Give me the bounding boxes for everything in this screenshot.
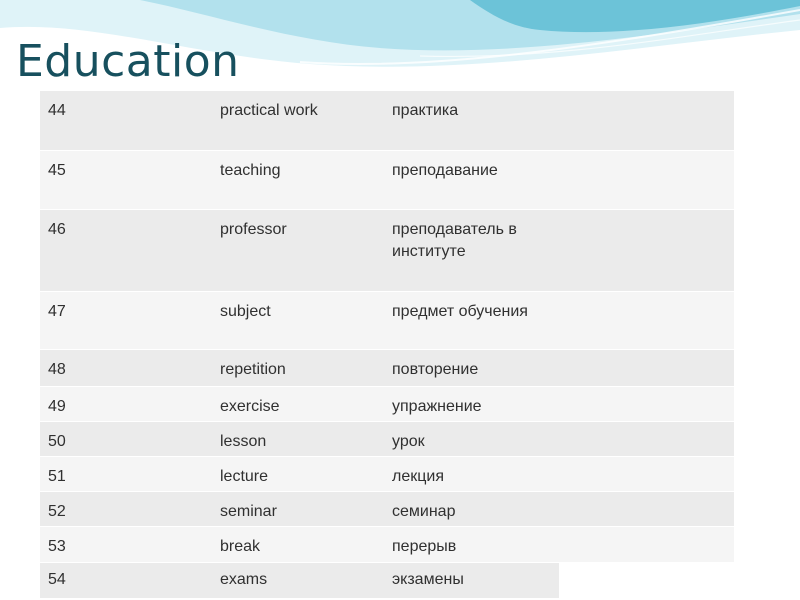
table-row: 46 professor преподаватель в институте (40, 209, 734, 292)
row-number-cell: 52 (40, 491, 212, 527)
vocabulary-table-body: 44 practical work практика 45 teaching препод… (40, 91, 734, 599)
english-term-cell: exams (212, 562, 384, 599)
empty-cell (559, 491, 734, 527)
english-term-cell: practical work (212, 91, 384, 151)
row-number-cell: 51 (40, 456, 212, 492)
russian-term-cell: преподавание (384, 150, 559, 210)
russian-term-cell: лекция (384, 456, 559, 492)
empty-cell (559, 209, 734, 292)
table-row: 51 lecture лекция (40, 456, 734, 492)
empty-cell (559, 91, 734, 151)
table-row: 50 lesson урок (40, 421, 734, 457)
table-row: 45 teaching преподавание (40, 150, 734, 210)
russian-term-cell: экзамены (384, 562, 559, 599)
english-term-cell: seminar (212, 491, 384, 527)
row-number-cell: 47 (40, 291, 212, 350)
slide-title: Education (16, 36, 240, 87)
empty-cell (559, 456, 734, 492)
english-term-cell: break (212, 526, 384, 563)
russian-term-cell: предмет обучения (384, 291, 559, 350)
row-number-cell: 53 (40, 526, 212, 563)
russian-term-cell: практика (384, 91, 559, 151)
english-term-cell: exercise (212, 386, 384, 422)
russian-term-cell: упражнение (384, 386, 559, 422)
russian-term-cell: перерыв (384, 526, 559, 563)
table-row: 53 break перерыв (40, 526, 734, 563)
english-term-cell: repetition (212, 349, 384, 387)
empty-cell (559, 386, 734, 422)
table-row: 48 repetition повторение (40, 349, 734, 387)
row-number-cell: 54 (40, 562, 212, 599)
row-number-cell: 44 (40, 91, 212, 151)
empty-cell (559, 349, 734, 387)
empty-cell (559, 150, 734, 210)
english-term-cell: teaching (212, 150, 384, 210)
english-term-cell: subject (212, 291, 384, 350)
russian-term-cell: семинар (384, 491, 559, 527)
vocabulary-table: 44 practical work практика 45 teaching препод… (40, 91, 734, 599)
russian-term-cell: повторение (384, 349, 559, 387)
empty-cell (559, 421, 734, 457)
english-term-cell: professor (212, 209, 384, 292)
empty-cell (559, 526, 734, 563)
row-number-cell: 49 (40, 386, 212, 422)
russian-term-cell: преподаватель в институте (384, 209, 559, 292)
table-row: 49 exercise упражнение (40, 386, 734, 422)
row-number-cell: 50 (40, 421, 212, 457)
row-number-cell: 48 (40, 349, 212, 387)
table-row: 52 seminar семинар (40, 491, 734, 527)
row-number-cell: 45 (40, 150, 212, 210)
empty-cell (559, 291, 734, 350)
table-row: 44 practical work практика (40, 91, 734, 151)
russian-term-cell: урок (384, 421, 559, 457)
empty-cell (559, 562, 734, 599)
table-row: 54 exams экзамены (40, 562, 734, 599)
table-row: 47 subject предмет обучения (40, 291, 734, 350)
english-term-cell: lecture (212, 456, 384, 492)
english-term-cell: lesson (212, 421, 384, 457)
row-number-cell: 46 (40, 209, 212, 292)
